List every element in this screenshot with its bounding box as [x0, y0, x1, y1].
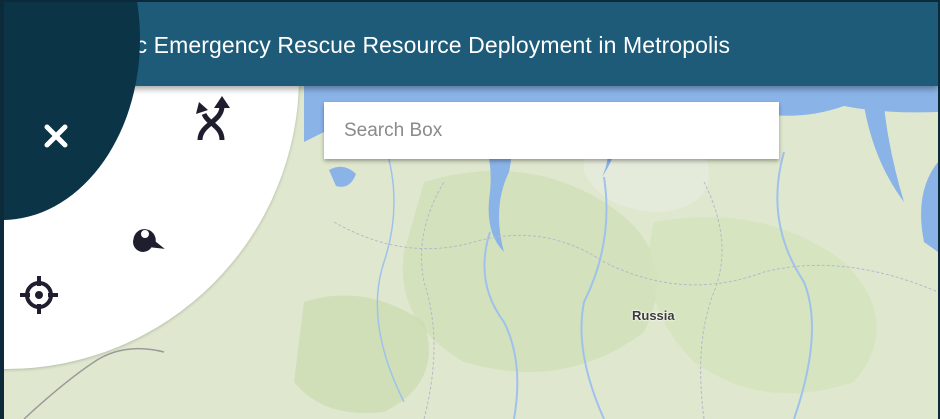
map-label-country: Russia	[632, 308, 675, 323]
close-icon	[44, 124, 68, 148]
map-pin-icon	[133, 229, 165, 252]
app-window: Automatic Emergency Rescue Resource Depl…	[4, 2, 938, 419]
close-menu-button[interactable]	[40, 120, 72, 152]
route-icon	[196, 96, 230, 141]
route-button[interactable]	[190, 94, 232, 144]
app-header: Automatic Emergency Rescue Resource Depl…	[4, 2, 938, 86]
page-title: Automatic Emergency Rescue Resource Depl…	[44, 32, 731, 58]
search-input[interactable]	[324, 102, 779, 159]
crosshair-icon	[20, 276, 58, 314]
locate-button[interactable]	[18, 274, 60, 316]
map-pin-button[interactable]	[130, 220, 166, 256]
